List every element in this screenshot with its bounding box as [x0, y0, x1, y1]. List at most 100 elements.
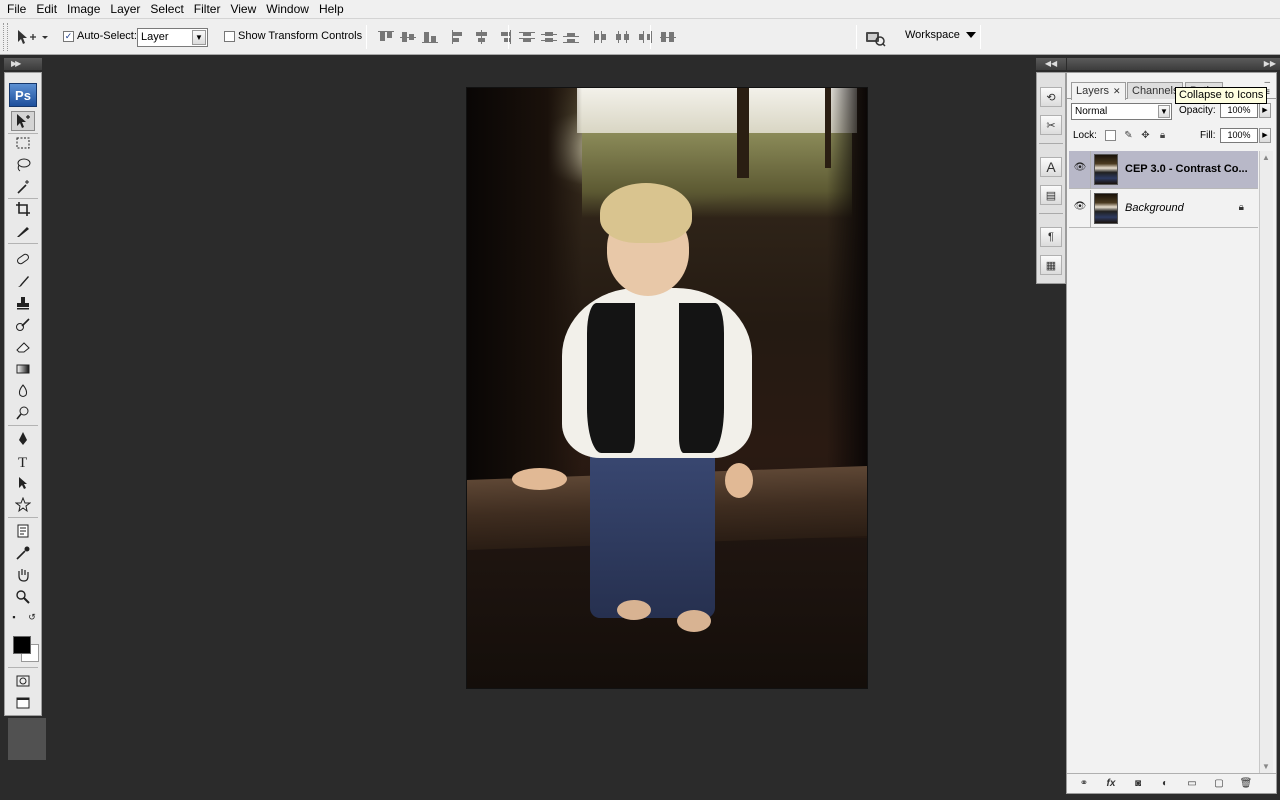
brush-tool-icon[interactable] — [11, 271, 35, 291]
clone-stamp-tool-icon[interactable] — [11, 293, 35, 313]
tab-layers[interactable]: Layers ✕ — [1071, 82, 1126, 100]
adjustment-layer-icon[interactable]: ◐ — [1156, 777, 1174, 791]
lock-position-icon[interactable]: ✥ — [1140, 130, 1151, 141]
notes-tool-icon[interactable] — [11, 521, 35, 541]
gradient-tool-icon[interactable] — [11, 359, 35, 379]
layer-row-background[interactable]: 👁︎ Background 🔒︎ — [1069, 190, 1258, 228]
show-transform-controls-checkbox[interactable]: Show Transform Controls — [224, 30, 362, 42]
default-colors-icon[interactable]: ▪ — [7, 611, 21, 623]
crop-tool-icon[interactable] — [11, 199, 35, 219]
layer-style-icon[interactable]: fx — [1102, 777, 1120, 791]
bridge-button[interactable] — [864, 27, 886, 47]
marquee-tool-icon[interactable] — [11, 133, 35, 153]
character-panel-icon[interactable]: A — [1040, 157, 1062, 177]
zoom-tool-icon[interactable] — [11, 587, 35, 607]
fill-input[interactable]: 100% — [1220, 128, 1258, 143]
distribute-left-icon[interactable] — [592, 30, 610, 44]
iconstrip-header[interactable]: ◀◀ — [1036, 58, 1066, 70]
align-right-icon[interactable] — [495, 30, 513, 44]
new-group-icon[interactable]: ▭ — [1183, 777, 1201, 791]
menu-layer[interactable]: Layer — [105, 0, 145, 19]
quick-mask-icon[interactable] — [11, 671, 35, 691]
menu-view[interactable]: View — [225, 0, 261, 19]
scroll-down-icon[interactable]: ▼ — [1262, 762, 1270, 771]
expand-icon[interactable]: ▶▶ — [11, 59, 21, 68]
menu-help[interactable]: Help — [314, 0, 349, 19]
options-bar-grip[interactable] — [3, 23, 8, 51]
scroll-up-icon[interactable]: ▲ — [1262, 153, 1270, 162]
photo-boy-hair — [600, 183, 692, 243]
move-tool-icon[interactable] — [11, 111, 35, 131]
workspace-button[interactable]: Workspace — [905, 29, 976, 41]
panel-dock-header[interactable]: ▶▶ — [1067, 58, 1280, 70]
swap-colors-icon[interactable]: ↺ — [25, 611, 39, 623]
spot-healing-tool-icon[interactable] — [11, 249, 35, 269]
link-layers-icon[interactable]: ⚭ — [1075, 777, 1093, 791]
distribute-vertical-center-icon[interactable] — [540, 30, 558, 44]
path-selection-tool-icon[interactable] — [11, 473, 35, 493]
opacity-input[interactable]: 100% — [1220, 103, 1258, 118]
menu-image[interactable]: Image — [62, 0, 105, 19]
info-panel-icon[interactable]: ▦ — [1040, 255, 1062, 275]
paragraph-panel-icon[interactable]: ¶ — [1040, 227, 1062, 247]
new-layer-icon[interactable]: ▢ — [1210, 777, 1228, 791]
lock-transparent-pixels-icon[interactable] — [1105, 130, 1116, 141]
lock-all-icon[interactable]: 🔒︎ — [1157, 130, 1168, 141]
history-panel-icon[interactable]: ⟲ — [1040, 87, 1062, 107]
eyedropper-tool-icon[interactable] — [11, 543, 35, 563]
photo-tree-right — [827, 88, 867, 508]
ps-logo[interactable]: Ps — [9, 83, 37, 107]
collapse-panel-icon[interactable]: ◀◀ — [1045, 59, 1057, 68]
auto-align-layers-icon[interactable] — [659, 30, 677, 44]
chevron-down-icon: ▼ — [192, 30, 206, 45]
distribute-buttons — [518, 30, 654, 44]
eye-icon[interactable]: 👁︎ — [1073, 161, 1087, 175]
layer-row-cep[interactable]: 👁︎ CEP 3.0 - Contrast Co... — [1069, 151, 1258, 189]
type-tool-icon[interactable]: T — [11, 451, 35, 471]
dodge-tool-icon[interactable] — [11, 403, 35, 423]
foreground-color-swatch[interactable] — [13, 636, 31, 654]
shape-tool-icon[interactable] — [11, 495, 35, 515]
toolbox-header[interactable]: ▶▶ — [4, 58, 42, 70]
blur-tool-icon[interactable] — [11, 381, 35, 401]
distribute-right-icon[interactable] — [636, 30, 654, 44]
fill-slider-arrow-icon[interactable]: ▶ — [1259, 128, 1271, 143]
distribute-bottom-icon[interactable] — [562, 30, 580, 44]
layer-comps-panel-icon[interactable]: ▤ — [1040, 185, 1062, 205]
menu-file[interactable]: File — [2, 0, 31, 19]
distribute-top-icon[interactable] — [518, 30, 536, 44]
eraser-tool-icon[interactable] — [11, 337, 35, 357]
menu-edit[interactable]: Edit — [31, 0, 62, 19]
lock-image-pixels-icon[interactable]: ✎ — [1123, 130, 1134, 141]
add-mask-icon[interactable]: ◙ — [1129, 777, 1147, 791]
align-horizontal-center-icon[interactable] — [473, 30, 491, 44]
separator — [856, 25, 857, 49]
align-vertical-center-icon[interactable] — [399, 30, 417, 44]
pen-tool-icon[interactable] — [11, 429, 35, 449]
distribute-horizontal-center-icon[interactable] — [614, 30, 632, 44]
history-brush-tool-icon[interactable] — [11, 315, 35, 335]
eye-icon[interactable]: 👁︎ — [1073, 200, 1087, 214]
menu-filter[interactable]: Filter — [189, 0, 226, 19]
lasso-tool-icon[interactable] — [11, 155, 35, 175]
align-bottom-icon[interactable] — [421, 30, 439, 44]
delete-layer-icon[interactable]: 🗑︎ — [1237, 777, 1255, 791]
screen-mode-icon[interactable] — [11, 693, 35, 713]
document-image[interactable] — [466, 87, 868, 689]
close-icon[interactable]: ✕ — [1113, 84, 1121, 99]
auto-select-checkbox[interactable]: ✓ Auto-Select: — [63, 30, 137, 42]
opacity-slider-arrow-icon[interactable]: ▶ — [1259, 103, 1271, 118]
menu-select[interactable]: Select — [145, 0, 188, 19]
layers-scrollbar[interactable]: ▲ ▼ — [1259, 151, 1273, 773]
expand-panel-icon[interactable]: ▶▶ — [1264, 59, 1276, 68]
auto-select-dropdown[interactable]: Layer ▼ — [137, 28, 208, 47]
align-top-icon[interactable] — [377, 30, 395, 44]
hand-tool-icon[interactable] — [11, 565, 35, 585]
magic-wand-tool-icon[interactable] — [11, 177, 35, 197]
slice-tool-icon[interactable] — [11, 221, 35, 241]
actions-panel-icon[interactable]: ✂ — [1040, 115, 1062, 135]
align-left-icon[interactable] — [451, 30, 469, 44]
menu-window[interactable]: Window — [261, 0, 314, 19]
blend-mode-dropdown[interactable]: Normal ▼ — [1071, 103, 1172, 120]
tool-preset-picker[interactable] — [14, 27, 50, 47]
